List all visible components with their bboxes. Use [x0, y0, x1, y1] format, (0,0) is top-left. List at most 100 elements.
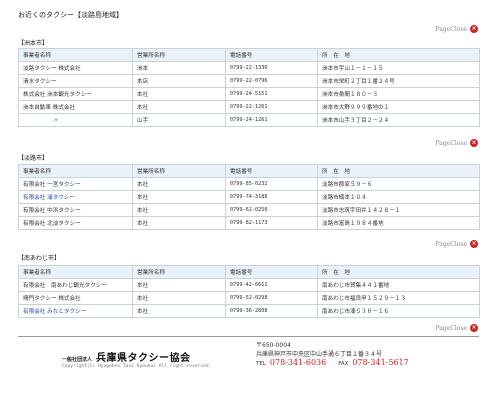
table-row: 有限会社 中浜タクシー 本社 0799-62-0250 淡路市志筑宇田井１４２８…: [18, 203, 480, 217]
page-close-label: PageClose: [435, 324, 468, 332]
phone-number: 0799-52-0298: [225, 291, 318, 305]
table-header-row: 事業者名称 営業所名称 電話番号 所 在 地: [18, 48, 480, 62]
header-office: 営業所名称: [132, 164, 226, 178]
close-icon[interactable]: ×: [470, 139, 478, 147]
office-name: 山手: [132, 113, 226, 127]
page-close-button[interactable]: PageClose ×: [435, 323, 478, 333]
table-row: 有限会社 南あわじ観光タクシー 本社 0799-42-6611 南あわじ市賀集４…: [18, 278, 480, 292]
header-office: 営業所名称: [132, 48, 226, 62]
header-company: 事業者名称: [18, 48, 133, 62]
section-heading-awaji: 【淡路市】: [18, 155, 49, 162]
office-name: 本社: [132, 177, 226, 191]
table-row: 有限会社 北淡タクシー 本社 0799-82-1173 淡路市富島１９８４番地: [18, 216, 480, 230]
table-row: 洲本自動車 株式会社 本社 0799-22-1261 洲本市大野９９９番地の１: [18, 100, 480, 114]
page-close-button[interactable]: PageClose ×: [435, 24, 478, 34]
company-name-link[interactable]: 有限会社 みなとタクシー: [18, 304, 133, 318]
phone-number: 0799-42-6611: [225, 278, 318, 292]
close-icon[interactable]: ×: [470, 25, 478, 33]
table-row: 株式会社 洲本観光タクシー 本社 0799-24-5151 洲本市桑間１８０－３: [18, 87, 480, 101]
office-name: 本社: [132, 304, 226, 318]
company-name: 淡路タクシー 株式会社: [18, 61, 133, 75]
company-name: 有限会社 南あわじ観光タクシー: [18, 278, 133, 292]
phone-number: 0799-24-5151: [225, 87, 318, 101]
company-name: 株式会社 洲本観光タクシー: [18, 87, 133, 101]
office-name: 本社: [132, 216, 226, 230]
company-name: 有限会社 中浜タクシー: [18, 203, 133, 217]
header-address: 所 在 地: [317, 265, 480, 279]
office-name: 本社: [132, 203, 226, 217]
address: 洲本市大野９９９番地の１: [317, 100, 480, 114]
table-row: 有限会社 一宮タクシー 本社 0799-85-0232 淡路市郡家５９－６: [18, 177, 480, 191]
office-name: 本社: [132, 190, 226, 204]
office-name: 本社: [132, 87, 226, 101]
table-header-row: 事業者名称 営業所名称 電話番号 所 在 地: [18, 265, 480, 279]
page-title: お近くのタクシー【淡路島地域】: [18, 11, 123, 19]
company-name: 洲本自動車 株式会社: [18, 100, 133, 114]
fax-label: FAX: [338, 361, 349, 367]
table-header-row: 事業者名称 営業所名称 電話番号 所 在 地: [18, 164, 480, 178]
header-phone: 電話番号: [225, 48, 318, 62]
phone-number: 0799-62-0250: [225, 203, 318, 217]
company-name: 清水タクシー: [18, 74, 133, 88]
office-name: 本社: [132, 291, 226, 305]
table-row: 清水タクシー 本店 0799-22-0796 洲本市栄町２丁目１番２４号: [18, 74, 480, 88]
address: 洲本市栄町２丁目１番２４号: [317, 74, 480, 88]
tel-number: 078-341-6036: [269, 358, 327, 367]
page-close-label: PageClose: [435, 25, 468, 33]
address: 洲本市山手３丁目２－２４: [317, 113, 480, 127]
tel-label: TEL: [256, 361, 266, 367]
close-icon[interactable]: ×: [470, 324, 478, 332]
table-row: 有限会社 みなとタクシー 本社 0799-36-2808 南あわじ市湊５３６－１…: [18, 304, 480, 318]
company-name: 鳴門タクシー 株式会社: [18, 291, 133, 305]
section-heading-sumoto: 【洲本市】: [18, 40, 49, 47]
office-name: 本社: [132, 278, 226, 292]
taxi-table-awaji: 事業者名称 営業所名称 電話番号 所 在 地 有限会社 一宮タクシー 本社 07…: [18, 164, 480, 230]
page-close-button[interactable]: PageClose ×: [435, 138, 478, 148]
phone-number: 0799-85-0232: [225, 177, 318, 191]
header-company: 事業者名称: [18, 265, 133, 279]
header-phone: 電話番号: [225, 164, 318, 178]
phone-number: 0799-82-1173: [225, 216, 318, 230]
footer-contact: TEL 078-341-6036 FAX 078-341-5617: [256, 358, 409, 367]
footer-address: 兵庫県神戸市中央区中山手通６丁目１番３４号: [256, 351, 383, 358]
close-icon[interactable]: ×: [470, 240, 478, 248]
org-name: 兵庫県タクシー協会: [96, 353, 191, 364]
org-prefix: 一般社団法人: [62, 357, 93, 363]
address: 洲本市宇山１－１－１５: [317, 61, 480, 75]
table-row: 有限会社 浦タクシー 本社 0799-74-3188 淡路市楠本１０４: [18, 190, 480, 204]
header-phone: 電話番号: [225, 265, 318, 279]
header-office: 営業所名称: [132, 265, 226, 279]
address: 淡路市郡家５９－６: [317, 177, 480, 191]
table-row: 鳴門タクシー 株式会社 本社 0799-52-0298 南あわじ市福良甲１５２９…: [18, 291, 480, 305]
taxi-table-minami-awaji: 事業者名称 営業所名称 電話番号 所 在 地 有限会社 南あわじ観光タクシー 本…: [18, 265, 480, 318]
office-name: 本店: [132, 74, 226, 88]
company-name: 有限会社 北淡タクシー: [18, 216, 133, 230]
page-close-button[interactable]: PageClose ×: [435, 239, 478, 249]
company-name-link[interactable]: 有限会社 浦タクシー: [18, 190, 133, 204]
footer-org: 一般社団法人 兵庫県タクシー協会: [62, 349, 191, 364]
table-row: 淡路タクシー 株式会社 洲本 0799-22-1330 洲本市宇山１－１－１５: [18, 61, 480, 75]
copyright: Copyright(C) Hyogoken Taxi Kyoukai All r…: [62, 364, 212, 369]
header-address: 所 在 地: [317, 164, 480, 178]
phone-number: 0799-24-1261: [225, 113, 318, 127]
postal-code: 〒650-0004: [256, 342, 291, 349]
table-row: 〃 山手 0799-24-1261 洲本市山手３丁目２－２４: [18, 113, 480, 127]
page-close-label: PageClose: [435, 139, 468, 147]
office-name: 洲本: [132, 61, 226, 75]
taxi-table-sumoto: 事業者名称 営業所名称 電話番号 所 在 地 淡路タクシー 株式会社 洲本 07…: [18, 48, 480, 127]
address: 淡路市志筑宇田井１４２８－１: [317, 203, 480, 217]
header-company: 事業者名称: [18, 164, 133, 178]
phone-number: 0799-22-1330: [225, 61, 318, 75]
footer-divider: [18, 336, 479, 337]
phone-number: 0799-74-3188: [225, 190, 318, 204]
address: 南あわじ市湊５３６－１６: [317, 304, 480, 318]
address: 南あわじ市賀集４４１番地: [317, 278, 480, 292]
section-heading-minami-awaji: 【南あわじ市】: [18, 255, 61, 262]
page-close-label: PageClose: [435, 240, 468, 248]
address: 淡路市楠本１０４: [317, 190, 480, 204]
phone-number: 0799-22-0796: [225, 74, 318, 88]
phone-number: 0799-36-2808: [225, 304, 318, 318]
office-name: 本社: [132, 100, 226, 114]
company-name: 有限会社 一宮タクシー: [18, 177, 133, 191]
address: 淡路市富島１９８４番地: [317, 216, 480, 230]
